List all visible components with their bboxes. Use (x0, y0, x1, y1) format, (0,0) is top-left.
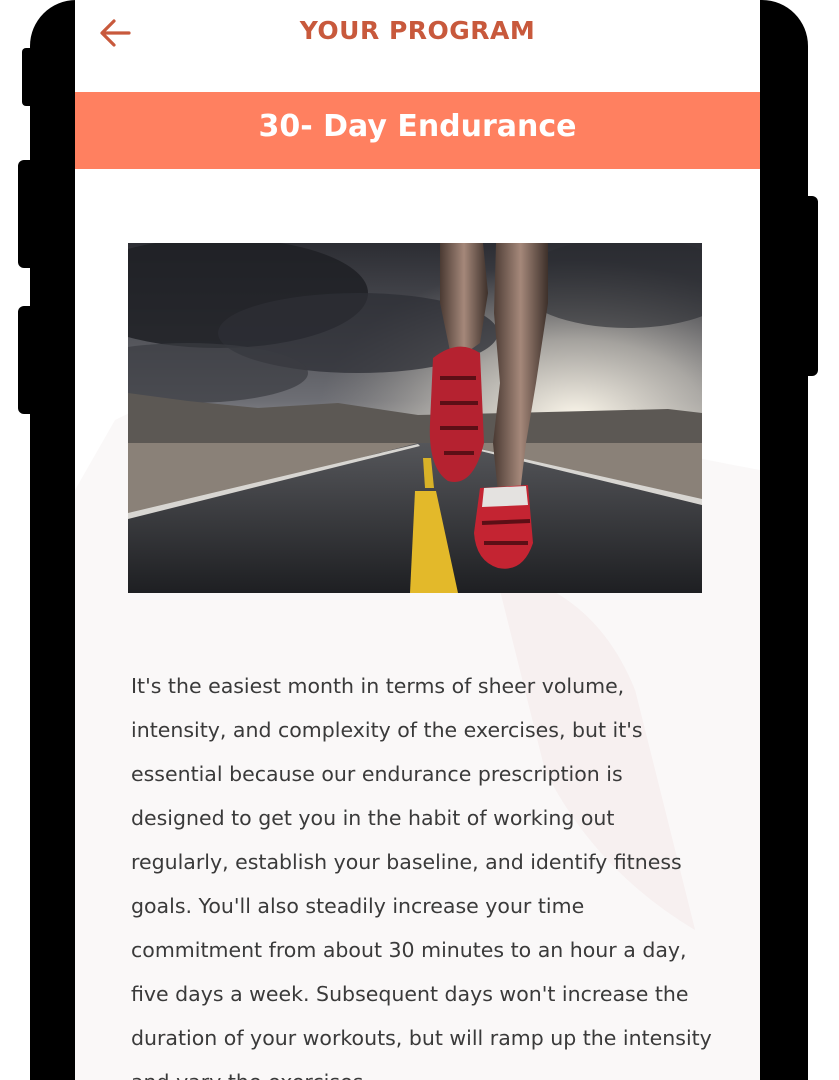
app-screen: YOUR PROGRAM 30- Day Endurance It's the … (75, 0, 760, 1080)
page-title: YOUR PROGRAM (299, 16, 536, 45)
runner-on-road-image (128, 243, 702, 593)
device-mockup: YOUR PROGRAM 30- Day Endurance It's the … (0, 0, 839, 1080)
program-banner: 30- Day Endurance (75, 92, 760, 169)
top-nav-bar: YOUR PROGRAM (75, 0, 760, 92)
program-hero-image (128, 243, 702, 593)
program-description: It's the easiest month in terms of sheer… (131, 674, 712, 1080)
program-title: 30- Day Endurance (258, 109, 577, 144)
